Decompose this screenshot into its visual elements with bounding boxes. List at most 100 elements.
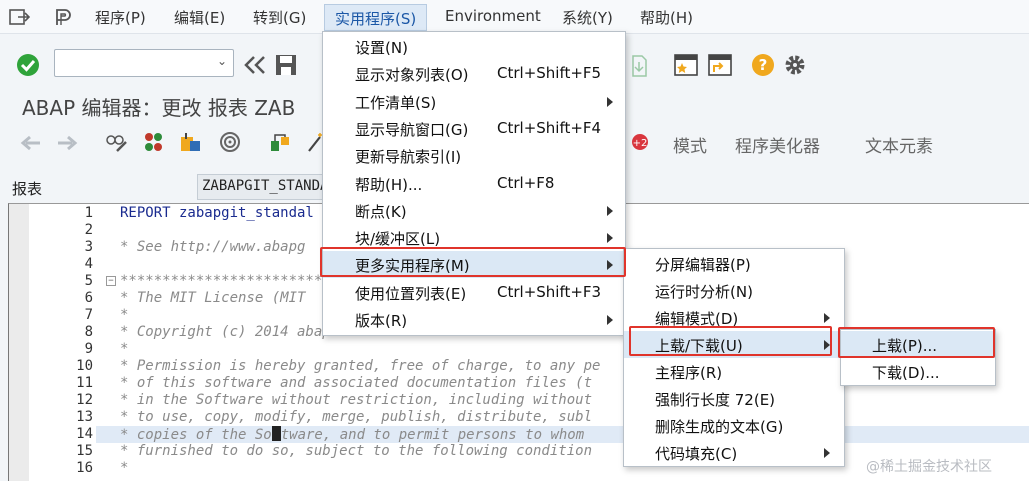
code-text: * See http://www.abapg <box>120 239 305 255</box>
menu-item-label: 更多实用程序(M) <box>355 257 470 276</box>
menu-item-label: 删除生成的文本(G) <box>655 418 784 436</box>
menu-help[interactable]: 帮助(H) <box>640 7 693 28</box>
submenu-arrow-icon <box>607 233 613 244</box>
svg-text:+2: +2 <box>633 138 648 149</box>
menu-item-shortcut: Ctrl+Shift+F5 <box>497 64 602 83</box>
menu-item[interactable]: 删除生成的文本(G) <box>624 412 844 439</box>
line-number: 14 <box>76 426 93 442</box>
menu-item[interactable]: 上载(P)... <box>841 331 995 358</box>
menu-item-label: 代码填充(C) <box>655 445 738 463</box>
line-number: 6 <box>84 290 93 306</box>
shortcut-link-icon[interactable] <box>707 53 733 77</box>
line-number: 11 <box>76 375 93 391</box>
menu-item-label: 版本(R) <box>355 312 408 330</box>
menu-item[interactable]: 下载(D)... <box>841 358 995 385</box>
menu-item[interactable]: 上载/下载(U) <box>624 331 844 358</box>
submenu-arrow-icon <box>824 313 830 323</box>
code-line[interactable]: 13 * to use, copy, modify, merge, publish… <box>0 409 1029 426</box>
menu-goto[interactable]: 转到(G) <box>253 7 306 28</box>
menu-item-label: 更新导航索引(I) <box>355 148 462 167</box>
menu-item[interactable]: 版本(R) <box>323 306 625 333</box>
hierarchy-icon[interactable] <box>268 131 292 153</box>
menu-item[interactable]: 主程序(R) <box>624 358 844 385</box>
program-p-icon[interactable] <box>54 8 74 26</box>
menu-item[interactable]: 编辑模式(D) <box>624 304 844 331</box>
forward-arrow-icon[interactable] <box>56 134 78 152</box>
menu-item[interactable]: 分屏编辑器(P) <box>624 250 844 277</box>
line-number: 1 <box>84 205 93 221</box>
menu-item-shortcut: Ctrl+Shift+F3 <box>497 282 602 301</box>
line-number: 3 <box>84 239 93 255</box>
help-icon[interactable]: ? <box>751 53 775 77</box>
menu-item[interactable]: 设置(N) <box>323 33 625 60</box>
object-list-icon[interactable] <box>178 131 202 153</box>
report-label: 报表 <box>12 180 43 198</box>
exit-icon[interactable] <box>8 8 30 26</box>
menu-item-label: 使用位置列表(E) <box>355 284 467 303</box>
command-field[interactable]: ⌄ <box>54 49 234 77</box>
line-number: 10 <box>76 358 93 374</box>
submenu-arrow-icon <box>607 205 613 216</box>
code-text: * in the Software without restriction, i… <box>120 392 592 408</box>
gear-icon[interactable] <box>783 53 807 77</box>
pretty-printer-button[interactable]: 程序美化器 <box>735 132 820 157</box>
code-text-part: * copies of the So <box>120 427 272 443</box>
menu-environment[interactable]: Environment <box>445 7 541 25</box>
menu-edit[interactable]: 编辑(E) <box>174 7 225 28</box>
code-text: * <box>120 341 128 357</box>
menu-item-label: 块/缓冲区(L) <box>355 230 441 249</box>
menu-item[interactable]: 帮助(H)... Ctrl+F8 <box>323 170 625 197</box>
back-arrow-icon[interactable] <box>20 134 42 152</box>
menu-system[interactable]: 系统(Y) <box>562 7 613 28</box>
line-number: 5 <box>84 273 93 289</box>
menu-item-label: 上载/下载(U) <box>655 337 743 355</box>
menu-item[interactable]: 断点(K) <box>323 197 625 224</box>
menu-item[interactable]: 工作清单(S) <box>323 88 625 115</box>
code-text-part: * to use, copy, modify, merge, publish, … <box>120 409 593 425</box>
menu-item-label: 设置(N) <box>355 39 408 57</box>
menu-item-label: 强制行长度 72(E) <box>655 391 776 409</box>
chevron-down-icon[interactable]: ⌄ <box>217 54 227 68</box>
menu-utilities[interactable]: 实用程序(S) <box>324 4 428 31</box>
menu-item-label: 主程序(R) <box>655 364 723 382</box>
bookmark-star-icon[interactable] <box>673 53 699 77</box>
fold-toggle-icon[interactable]: − <box>106 276 116 286</box>
line-number: 16 <box>76 460 93 476</box>
code-text: * Permission is hereby granted, free of … <box>120 358 600 374</box>
menu-item[interactable]: 显示导航窗口(G) Ctrl+Shift+F4 <box>323 115 625 142</box>
code-text-part: * The MIT License (MIT <box>120 290 306 306</box>
object-activate-icon[interactable] <box>142 131 166 153</box>
menu-item[interactable]: 运行时分析(N) <box>624 277 844 304</box>
menu-item-label: 分屏编辑器(P) <box>655 256 751 274</box>
display-change-icon[interactable] <box>105 131 129 153</box>
menu-item[interactable]: 代码填充(C) <box>624 439 844 466</box>
double-chevron-left-icon[interactable] <box>243 54 267 76</box>
code-text-part: * Permission is hereby granted, free of … <box>120 358 601 374</box>
where-used-icon[interactable] <box>218 131 242 153</box>
text-elements-button[interactable]: 文本元素 <box>865 132 933 157</box>
menu-item[interactable]: 更新导航索引(I) <box>323 142 625 169</box>
mode-button[interactable]: 模式 <box>673 132 707 157</box>
line-number: 8 <box>84 324 93 340</box>
watermark: @稀土掘金技术社区 <box>866 459 992 475</box>
menu-item[interactable]: 强制行长度 72(E) <box>624 385 844 412</box>
pattern-insert-icon[interactable]: +2 <box>630 132 652 152</box>
checkmark-icon[interactable] <box>16 53 40 77</box>
code-text: * The MIT License (MIT <box>120 290 305 306</box>
upload-download-submenu: 上载(P)... 下载(D)... <box>840 329 996 386</box>
menu-item[interactable]: 使用位置列表(E) Ctrl+Shift+F3 <box>323 279 625 306</box>
save-icon[interactable] <box>274 53 298 77</box>
menu-item[interactable]: 显示对象列表(O) Ctrl+Shift+F5 <box>323 60 625 87</box>
menu-item[interactable]: 更多实用程序(M) <box>323 251 625 279</box>
menu-item[interactable]: 块/缓冲区(L) <box>323 224 625 251</box>
more-utilities-submenu: 分屏编辑器(P) 运行时分析(N) 编辑模式(D) 上载/下载(U) 主程序(R) 强制行… <box>623 248 845 467</box>
menu-item-label: 显示导航窗口(G) <box>355 120 469 139</box>
menu-item-shortcut: Ctrl+F8 <box>497 173 555 192</box>
code-text: REPORT zabapgit_standal <box>120 205 314 221</box>
code-line[interactable]: 14 * copies of the So tware, and to permit… <box>76 426 1029 443</box>
download-doc-icon[interactable] <box>630 54 648 78</box>
line-number: 4 <box>84 256 93 272</box>
menu-program[interactable]: 程序(P) <box>95 7 146 28</box>
code-line[interactable]: 12 * in the Software without restriction,… <box>0 392 1029 409</box>
code-text: * <box>120 460 128 476</box>
